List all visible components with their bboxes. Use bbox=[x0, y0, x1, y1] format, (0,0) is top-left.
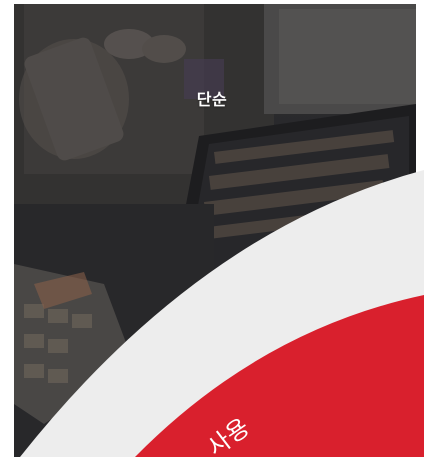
arc-decoration: 사용 bbox=[20, 170, 424, 457]
page: 단순 사용 bbox=[0, 0, 424, 457]
